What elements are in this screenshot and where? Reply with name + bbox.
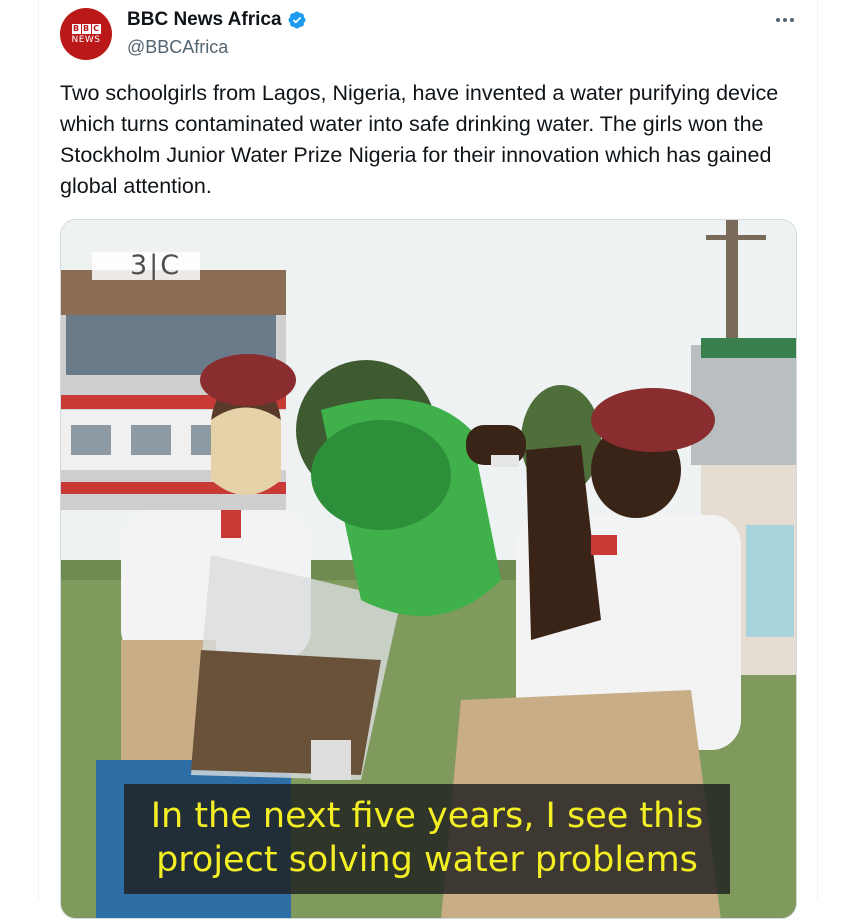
display-name[interactable]: BBC News Africa	[127, 9, 282, 31]
avatar[interactable]: B B C NEWS	[60, 8, 112, 60]
logo-letter: C	[91, 23, 101, 34]
author-name-row: BBC News Africa	[127, 9, 307, 31]
subtitle-line-1: In the next five years, I see this	[150, 796, 704, 836]
logo-letter: B	[81, 23, 91, 34]
bbc-logo: B B C	[71, 23, 101, 34]
logo-news-word: NEWS	[71, 34, 101, 45]
bbc-watermark: 3|C	[92, 250, 202, 281]
subtitle-line-2: project solving water problems	[156, 840, 698, 880]
verified-badge-icon[interactable]	[287, 10, 307, 30]
tweet-text: Two schoolgirls from Lagos, Nigeria, hav…	[60, 81, 779, 198]
logo-letter: B	[71, 23, 81, 34]
more-horizontal-icon[interactable]	[770, 10, 800, 30]
video-subtitle: In the next five years, I see this proje…	[124, 784, 730, 894]
author-handle[interactable]: @BBCAfrica	[127, 37, 228, 58]
